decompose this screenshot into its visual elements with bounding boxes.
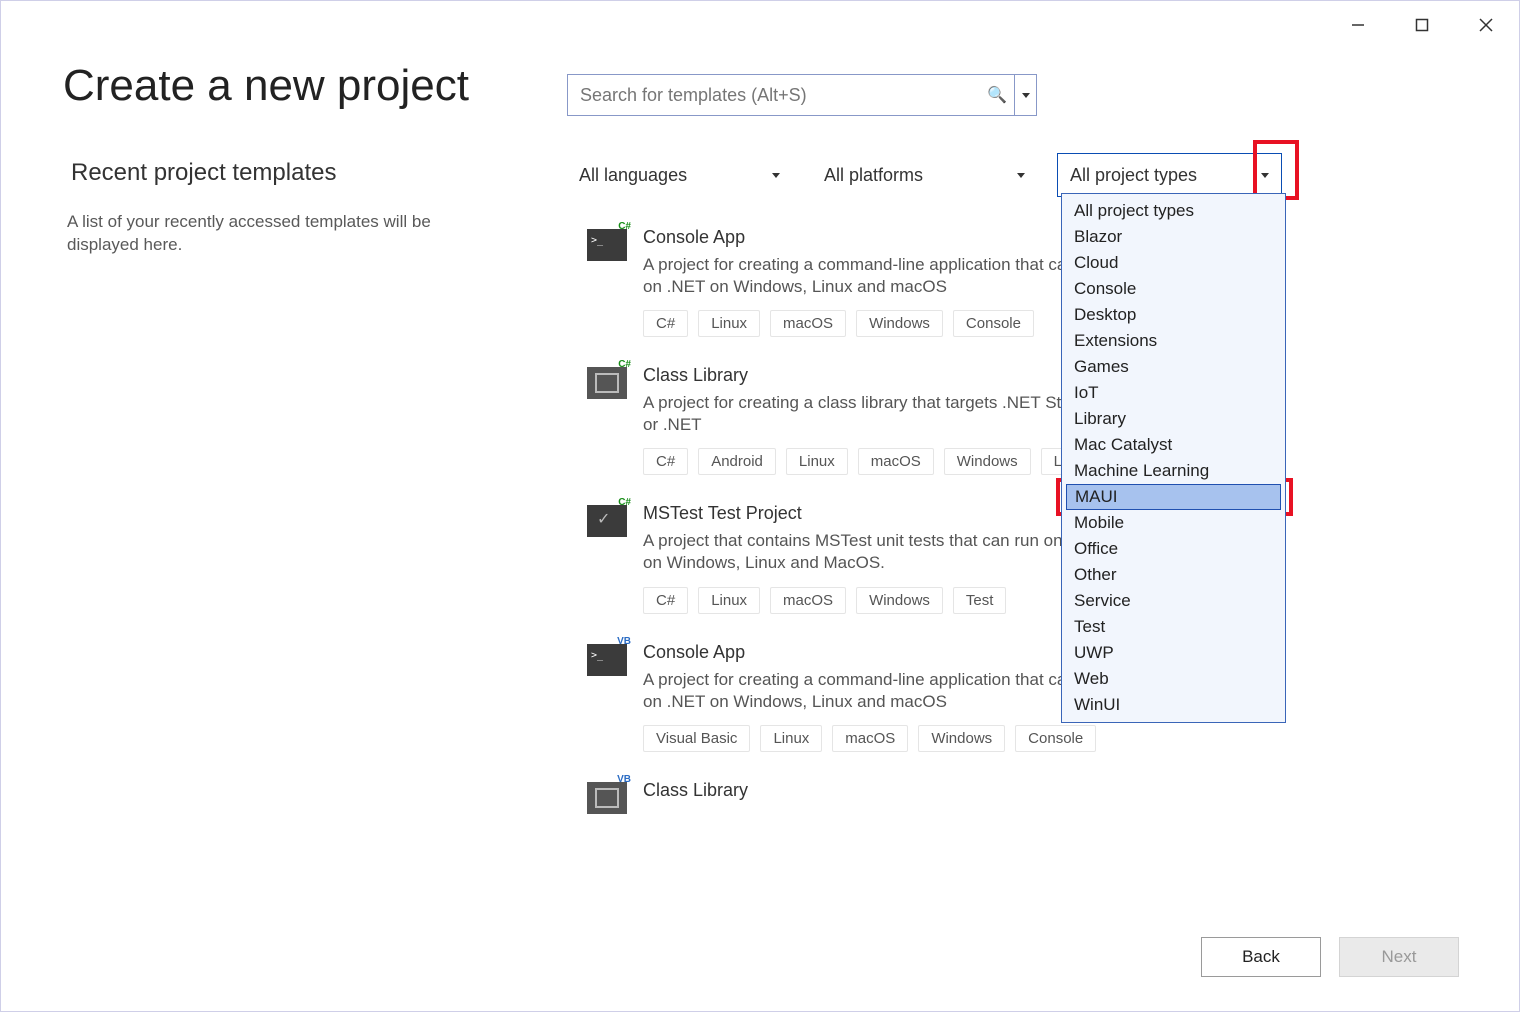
language-badge: C# [616,221,633,232]
template-tag: Test [953,587,1007,614]
language-badge: VB [615,774,633,785]
template-tag: C# [643,310,688,337]
page-title: Create a new project [63,61,469,111]
platform-filter-label: All platforms [824,165,923,186]
project-type-option[interactable]: Other [1062,562,1285,588]
template-icon: VB [587,782,627,814]
template-description: A project for creating a command-line ap… [643,669,1127,713]
project-type-option[interactable]: Cloud [1062,250,1285,276]
template-item[interactable]: VB Class Library [587,780,1127,814]
platform-filter[interactable]: All platforms [812,153,1037,197]
template-icon: C# [587,505,627,537]
template-tag: Linux [698,587,760,614]
template-tag: Console [953,310,1034,337]
language-filter[interactable]: All languages [567,153,792,197]
template-tag: Windows [856,310,943,337]
project-type-option[interactable]: Web [1062,666,1285,692]
template-item[interactable]: C# Console App A project for creating a co… [587,227,1127,337]
template-description: A project for creating a class library t… [643,392,1127,436]
template-item[interactable]: VB Console App A project for creating a co… [587,642,1127,752]
template-tag: Linux [698,310,760,337]
template-tags: Visual Basic Linux macOS Windows Console [643,725,1127,752]
project-type-option[interactable]: Service [1062,588,1285,614]
template-tag: Windows [944,448,1031,475]
template-tag: Console [1015,725,1096,752]
template-name: MSTest Test Project [643,503,1127,524]
template-tag: Windows [856,587,943,614]
template-tags: C# Linux macOS Windows Test [643,587,1127,614]
maximize-button[interactable] [1407,13,1437,37]
template-description: A project for creating a command-line ap… [643,254,1127,298]
project-type-option[interactable]: WinUI [1062,692,1285,718]
project-type-filter[interactable]: All project types [1057,153,1282,197]
template-icon: VB [587,644,627,676]
project-type-option[interactable]: UWP [1062,640,1285,666]
close-button[interactable] [1471,13,1501,37]
project-type-option[interactable]: Blazor [1062,224,1285,250]
template-tag: macOS [858,448,934,475]
template-tag: Linux [786,448,848,475]
project-type-filter-label: All project types [1070,165,1197,186]
template-name: Console App [643,227,1127,248]
search-dropdown-button[interactable] [1015,74,1037,116]
project-type-option[interactable]: Mac Catalyst [1062,432,1285,458]
minimize-button[interactable] [1343,13,1373,37]
template-list: C# Console App A project for creating a co… [587,227,1127,814]
project-type-option[interactable]: All project types [1062,198,1285,224]
template-name: Class Library [643,365,1127,386]
next-button[interactable]: Next [1339,937,1459,977]
template-tags: C#AndroidLinuxmacOSWindowsLibrary [643,448,1127,475]
template-tag: Visual Basic [643,725,750,752]
project-type-option[interactable]: Office [1062,536,1285,562]
template-tag: macOS [770,310,846,337]
template-icon: C# [587,367,627,399]
chevron-down-icon [1261,173,1269,178]
recent-templates-text: A list of your recently accessed templat… [67,211,447,257]
project-type-option[interactable]: Mobile [1062,510,1285,536]
template-item[interactable]: C# Class Library A project for creating a … [587,365,1127,475]
template-tag: macOS [770,587,846,614]
recent-templates-heading: Recent project templates [71,159,336,187]
project-type-option[interactable]: Library [1062,406,1285,432]
template-icon: C# [587,229,627,261]
project-type-option[interactable]: MAUI [1066,484,1281,510]
project-type-option[interactable]: Test [1062,614,1285,640]
template-description: A project that contains MSTest unit test… [643,530,1127,574]
chevron-down-icon [1022,93,1030,98]
language-badge: VB [615,636,633,647]
language-badge: C# [616,359,633,370]
template-tag: Linux [760,725,822,752]
project-type-option[interactable]: Games [1062,354,1285,380]
language-badge: C# [616,497,633,508]
template-tag: Android [698,448,776,475]
search-container: 🔍 [567,74,1037,116]
project-type-option[interactable]: Console [1062,276,1285,302]
template-tag: Windows [918,725,1005,752]
project-type-dropdown[interactable]: All project typesBlazorCloudConsoleDeskt… [1061,193,1286,723]
project-type-option[interactable]: Extensions [1062,328,1285,354]
project-type-option[interactable]: Desktop [1062,302,1285,328]
project-type-option[interactable]: IoT [1062,380,1285,406]
template-tag: C# [643,587,688,614]
chevron-down-icon [772,173,780,178]
chevron-down-icon [1017,173,1025,178]
search-input[interactable] [567,74,1015,116]
template-tag: C# [643,448,688,475]
project-type-option[interactable]: Machine Learning [1062,458,1285,484]
template-tag: macOS [832,725,908,752]
template-tags: C# Linux macOS Windows Console [643,310,1127,337]
template-name: Class Library [643,780,1127,801]
back-button[interactable]: Back [1201,937,1321,977]
template-item[interactable]: C# MSTest Test Project A project that cont… [587,503,1127,613]
language-filter-label: All languages [579,165,687,186]
template-name: Console App [643,642,1127,663]
